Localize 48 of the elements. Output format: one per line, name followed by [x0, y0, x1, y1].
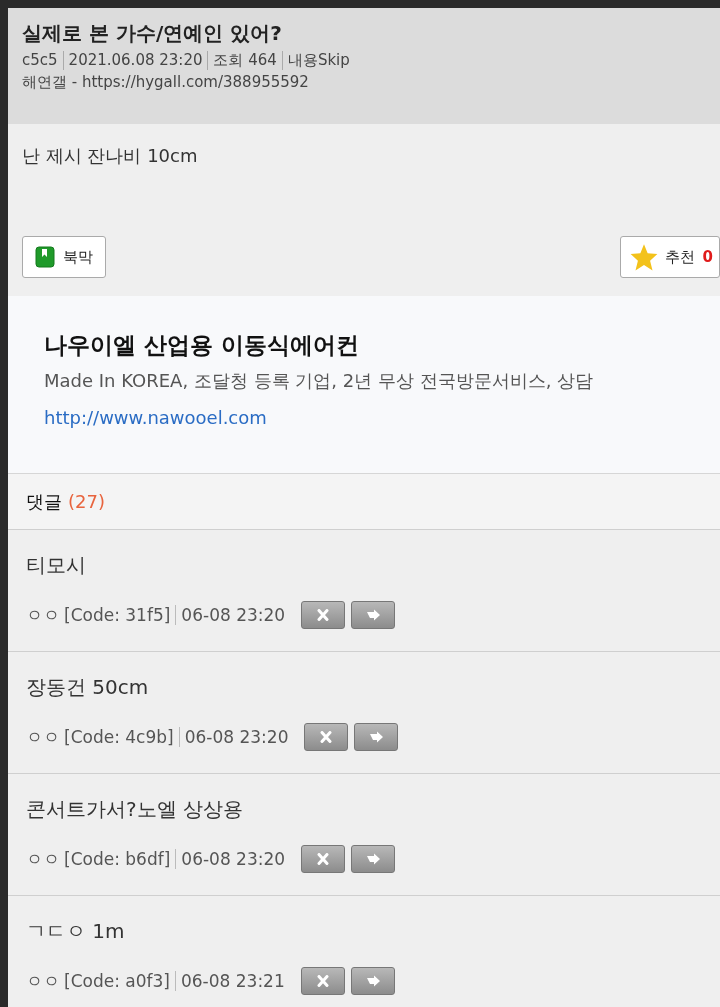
- reply-button[interactable]: [351, 601, 396, 629]
- bookmark-button[interactable]: 북막: [22, 236, 106, 278]
- post-body: 난 제시 잔나비 10cm: [22, 144, 199, 168]
- comment-time: 06-08 23:21: [180, 971, 285, 991]
- comment-text: 티모시: [26, 552, 87, 579]
- star-icon: [628, 243, 659, 271]
- post-source: 해연갤 - https://hygall.com/388955592: [22, 73, 310, 92]
- delete-button[interactable]: [301, 845, 346, 873]
- comment-text: 장동건 50cm: [26, 674, 150, 701]
- arrow-icon: [368, 731, 385, 743]
- delete-button[interactable]: [300, 967, 345, 995]
- comment-author: ㅇㅇ: [26, 725, 60, 749]
- comment-author: ㅇㅇ: [26, 847, 60, 871]
- comment-code: [Code: a0f3]: [64, 971, 176, 991]
- post-meta: 내용Skip: [281, 51, 350, 70]
- reply-button[interactable]: [351, 845, 396, 873]
- comment-author: ㅇㅇ: [26, 969, 60, 993]
- post-meta: 2021.06.08 23:20: [62, 51, 203, 70]
- reply-button[interactable]: [354, 723, 399, 751]
- arrow-icon: [365, 853, 382, 865]
- close-icon: [316, 609, 331, 621]
- ad-title[interactable]: 나우이엘 산업용 이동식에어컨: [44, 330, 684, 361]
- close-icon: [315, 975, 330, 987]
- comment-time: 06-08 23:20: [181, 605, 286, 625]
- comment-text: 콘서트가서?노엘 상상용: [26, 796, 244, 823]
- arrow-icon: [365, 609, 382, 621]
- post-meta: c5c5: [22, 51, 58, 70]
- delete-button[interactable]: [301, 601, 346, 629]
- comment-time: 06-08 23:20: [181, 849, 286, 869]
- recommend-button[interactable]: 추천 0: [619, 236, 720, 278]
- comment-text: ㄱㄷㅇ 1m: [26, 918, 126, 945]
- comment-code: [Code: 31f5]: [64, 605, 177, 625]
- book-icon: [35, 246, 55, 268]
- comments-label: 댓글: [26, 489, 62, 514]
- ad-link[interactable]: http://www.nawooel.com: [44, 407, 267, 428]
- ad-description: Made In KOREA, 조달청 등록 기업, 2년 무상 전국방문서비스, 상담: [44, 369, 595, 393]
- comment-count: (27): [68, 491, 105, 512]
- arrow-icon: [364, 975, 381, 987]
- delete-button[interactable]: [304, 723, 349, 751]
- reply-button[interactable]: [350, 967, 395, 995]
- comment-author: ㅇㅇ: [26, 603, 60, 627]
- post-meta: 조회 464: [207, 51, 277, 70]
- post-title: 실제로 본 가수/연예인 있어?: [22, 20, 283, 47]
- close-icon: [316, 853, 331, 865]
- comment-time: 06-08 23:20: [184, 727, 289, 747]
- close-icon: [319, 731, 334, 743]
- comment-code: [Code: 4c9b]: [64, 727, 180, 747]
- comment-code: [Code: b6df]: [64, 849, 177, 869]
